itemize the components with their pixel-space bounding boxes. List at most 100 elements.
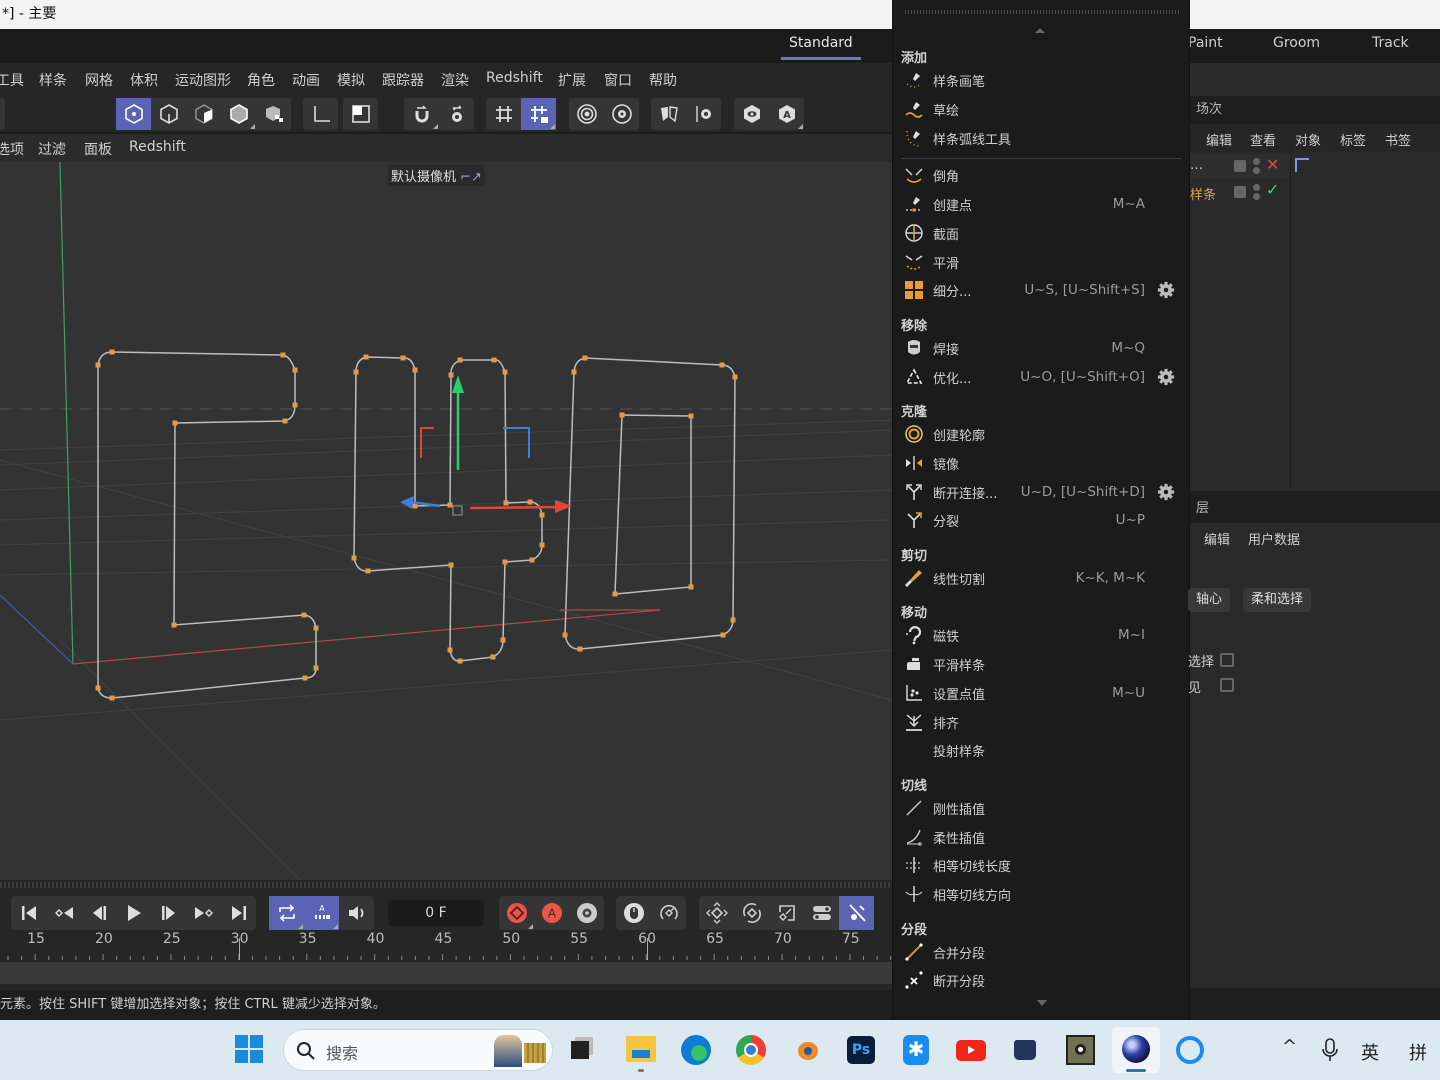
spline-control-point[interactable]	[301, 612, 307, 618]
spline-control-point[interactable]	[502, 369, 508, 375]
spline-control-point[interactable]	[412, 367, 418, 373]
panel-grip[interactable]	[0, 882, 892, 888]
layout-tab-groom[interactable]: Groom	[1273, 35, 1320, 51]
spline-control-point[interactable]	[109, 349, 115, 355]
task-view-icon[interactable]	[571, 1041, 589, 1059]
menu-tracker[interactable]: 跟踪器	[382, 70, 424, 90]
autokey-button[interactable]: A	[534, 896, 569, 930]
render-view-button[interactable]	[569, 98, 604, 130]
youtube-icon[interactable]	[956, 1040, 986, 1061]
edit-icon[interactable]	[1234, 160, 1246, 172]
spline-control-point[interactable]	[448, 372, 454, 378]
play-button[interactable]	[116, 896, 151, 930]
object-row[interactable]: … ✕	[1190, 154, 1290, 178]
pixel-app-icon[interactable]	[1066, 1035, 1095, 1065]
layout-tab-standard[interactable]: Standard	[781, 35, 861, 60]
key-position-button[interactable]	[699, 896, 734, 930]
objects-menu-edit[interactable]: 编辑	[1206, 130, 1232, 149]
windows-start-icon[interactable]	[234, 1034, 264, 1064]
menu-tools[interactable]: 工具	[0, 70, 24, 90]
mouse-button[interactable]	[616, 896, 651, 930]
key-rotation-button[interactable]	[734, 896, 769, 930]
spline-control-point[interactable]	[539, 512, 545, 518]
spline-control-point[interactable]	[400, 355, 406, 361]
render-settings-button[interactable]	[604, 98, 639, 130]
file-explorer-icon[interactable]	[626, 1036, 656, 1062]
taskbar-search[interactable]: 搜索	[283, 1029, 553, 1071]
objects-menu-view[interactable]: 查看	[1250, 130, 1276, 149]
menu-window[interactable]: 窗口	[604, 70, 632, 90]
settings-gear-icon[interactable]	[1157, 281, 1175, 299]
key-settings-button[interactable]	[569, 896, 604, 930]
chat-app-icon[interactable]	[1176, 1036, 1204, 1064]
x-axis-handle[interactable]	[469, 505, 561, 510]
spline-control-point[interactable]	[577, 646, 583, 652]
menu-redshift[interactable]: Redshift	[486, 70, 543, 86]
menu-item[interactable]: 倒角	[901, 162, 1183, 188]
spline-control-point[interactable]	[527, 499, 533, 505]
input-language-indicator[interactable]: 英	[1361, 1039, 1379, 1065]
settings-gear-icon[interactable]	[1157, 368, 1175, 386]
go-to-start-button[interactable]	[11, 896, 46, 930]
soft-selection-tab-button[interactable]: 柔和选择	[1243, 588, 1312, 612]
spline-control-point[interactable]	[720, 632, 726, 638]
edit-icon[interactable]	[1234, 186, 1246, 198]
solo-button[interactable]	[343, 98, 378, 130]
menu-render[interactable]: 渲染	[441, 70, 469, 90]
spline-control-point[interactable]	[292, 402, 298, 408]
menu-item[interactable]: 截面	[901, 220, 1183, 246]
polygons-mode-button[interactable]	[221, 98, 256, 130]
menu-item[interactable]: 相等切线方向	[901, 881, 1183, 907]
spline-control-point[interactable]	[171, 622, 177, 628]
symmetry-button[interactable]	[651, 98, 686, 130]
visibility-editor-dot[interactable]	[1253, 184, 1260, 191]
menu-item[interactable]: 断开连接... U~D, [U~Shift+D]	[901, 479, 1183, 505]
workplane-button[interactable]	[486, 98, 521, 130]
spline-control-point[interactable]	[313, 625, 319, 631]
layout-tab-track[interactable]: Track	[1372, 35, 1409, 51]
menu-item[interactable]: 分裂 U~P	[901, 507, 1183, 533]
spline-control-point[interactable]	[730, 617, 736, 623]
edge-icon[interactable]	[681, 1035, 711, 1065]
object-row-spline[interactable]: 样条 ✓	[1190, 180, 1290, 204]
menu-volume[interactable]: 体积	[130, 70, 158, 90]
visibility-editor-dot[interactable]	[1253, 158, 1260, 165]
viewport-menu-redshift[interactable]: Redshift	[129, 139, 186, 155]
menu-item[interactable]: 柔性插值	[901, 824, 1183, 850]
menu-help[interactable]: 帮助	[649, 70, 677, 90]
settings-gear-icon[interactable]	[1157, 483, 1175, 501]
spline-control-point[interactable]	[95, 362, 101, 368]
spline-control-point[interactable]	[619, 412, 625, 418]
spline-control-point[interactable]	[447, 502, 453, 508]
spline-control-point[interactable]	[719, 362, 725, 368]
spline-control-point[interactable]	[302, 675, 308, 681]
axis-tab-button[interactable]: 轴心	[1188, 588, 1231, 612]
spline-control-point[interactable]	[571, 369, 577, 375]
objects-menu-bookmarks[interactable]: 书签	[1385, 130, 1411, 149]
uvw-mode-button[interactable]	[256, 98, 291, 130]
visibility-render-dot[interactable]	[1253, 193, 1260, 200]
spline-control-point[interactable]	[282, 418, 288, 424]
edges-mode-button[interactable]	[186, 98, 221, 130]
current-frame-field[interactable]: 0 F	[388, 900, 484, 926]
menu-item[interactable]: 平滑样条	[901, 651, 1183, 677]
spline-control-point[interactable]	[313, 665, 319, 671]
menu-mograph[interactable]: 运动图形	[175, 70, 231, 90]
gizmo-center[interactable]	[452, 505, 463, 516]
spline-control-point[interactable]	[491, 357, 497, 363]
spline-control-point[interactable]	[500, 637, 506, 643]
spline-control-point[interactable]	[109, 695, 115, 701]
viewport-menu-panel[interactable]: 面板	[84, 139, 112, 159]
chrome-icon[interactable]	[736, 1035, 766, 1065]
spline-control-point[interactable]	[490, 654, 496, 660]
tray-chevron-icon[interactable]: ^	[1282, 1036, 1297, 1057]
key-param-button[interactable]	[804, 896, 839, 930]
menu-item[interactable]: 刚性插值	[901, 795, 1183, 821]
sound-button[interactable]	[339, 896, 374, 930]
snap-button[interactable]	[404, 98, 439, 130]
spline-control-point[interactable]	[95, 685, 101, 691]
menu-item[interactable]: 断开分段	[901, 967, 1183, 993]
asterisk-app-icon[interactable]: ✱	[903, 1035, 929, 1065]
menu-mesh[interactable]: 网格	[85, 70, 113, 90]
spline-control-point[interactable]	[562, 632, 568, 638]
